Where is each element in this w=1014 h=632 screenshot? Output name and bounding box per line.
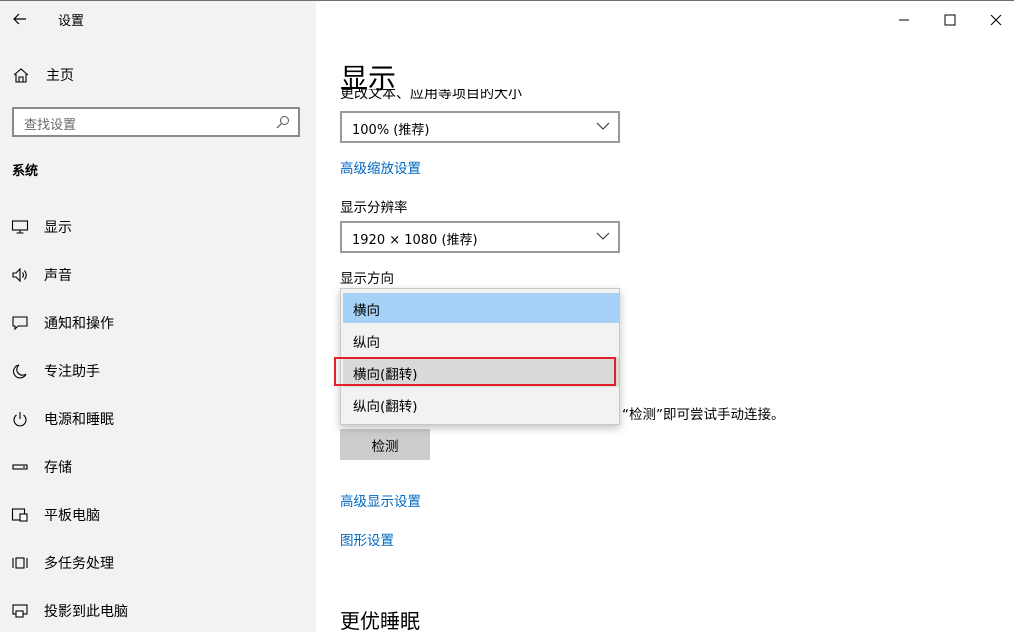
- sidebar-item-sound[interactable]: 声音: [10, 263, 306, 287]
- orientation-option-portrait[interactable]: 纵向: [343, 325, 619, 355]
- sidebar-item-focus-assist[interactable]: 专注助手: [10, 359, 306, 383]
- sidebar-item-tablet[interactable]: 平板电脑: [10, 503, 306, 527]
- chevron-down-icon: [596, 232, 610, 240]
- moon-icon: [13, 364, 27, 379]
- maximize-icon: [944, 14, 956, 26]
- detect-hint: “检测”即可尝试手动连接。: [622, 407, 785, 423]
- search-input[interactable]: 查找设置: [12, 107, 300, 137]
- home-icon: [13, 68, 29, 83]
- resolution-dropdown[interactable]: 1920 × 1080 (推荐): [340, 221, 620, 253]
- close-icon: [990, 14, 1002, 26]
- sidebar-item-label: 声音: [44, 268, 72, 284]
- annotation-highlight-box: [334, 357, 616, 386]
- back-button[interactable]: [6, 5, 34, 33]
- orientation-label: 显示方向: [340, 271, 394, 287]
- settings-window: 设置 主页 查找设置 系统 显示 声音 通知和操作 专注助手 电源和睡眠 存储 …: [0, 0, 1014, 632]
- projection-icon: [12, 604, 28, 618]
- scale-dropdown[interactable]: 100% (推荐): [340, 111, 620, 143]
- scale-value: 100% (推荐): [352, 123, 430, 138]
- minimize-button[interactable]: [881, 5, 927, 35]
- monitor-icon: [11, 220, 29, 234]
- sidebar-item-label: 电源和睡眠: [44, 412, 114, 428]
- sidebar-item-label: 专注助手: [44, 364, 100, 380]
- window-title: 设置: [58, 14, 85, 29]
- option-label: 纵向(翻转): [353, 399, 418, 415]
- maximize-button[interactable]: [927, 5, 973, 35]
- advanced-display-settings-link[interactable]: 高级显示设置: [340, 490, 421, 510]
- sidebar-item-label: 存储: [44, 460, 72, 476]
- sidebar: 设置 主页 查找设置 系统 显示 声音 通知和操作 专注助手 电源和睡眠 存储 …: [0, 1, 316, 632]
- orientation-option-landscape[interactable]: 横向: [343, 293, 619, 323]
- resolution-label: 显示分辨率: [340, 200, 408, 216]
- sidebar-item-label: 显示: [44, 220, 72, 236]
- search-placeholder: 查找设置: [24, 118, 77, 133]
- back-arrow-icon: [13, 13, 26, 25]
- sidebar-item-multitasking[interactable]: 多任务处理: [10, 551, 306, 575]
- close-button[interactable]: [973, 5, 1014, 35]
- search-icon[interactable]: [276, 115, 290, 129]
- advanced-scaling-link[interactable]: 高级缩放设置: [340, 157, 421, 177]
- storage-icon: [12, 464, 28, 470]
- chevron-down-icon: [596, 122, 610, 130]
- sidebar-item-label: 平板电脑: [44, 508, 100, 524]
- sidebar-item-display[interactable]: 显示: [10, 215, 306, 239]
- resolution-value: 1920 × 1080 (推荐): [352, 233, 478, 248]
- sidebar-section-title: 系统: [12, 164, 39, 179]
- option-label: 横向: [353, 303, 380, 319]
- multitasking-icon: [12, 557, 28, 569]
- speaker-icon: [12, 267, 27, 283]
- sidebar-item-project-to-pc[interactable]: 投影到此电脑: [10, 599, 306, 623]
- orientation-option-portrait-flipped[interactable]: 纵向(翻转): [343, 389, 619, 419]
- sidebar-item-label: 投影到此电脑: [44, 604, 128, 620]
- detect-button[interactable]: 检测: [340, 429, 430, 460]
- sidebar-item-notifications[interactable]: 通知和操作: [10, 311, 306, 335]
- sidebar-item-label: 多任务处理: [44, 556, 114, 572]
- option-label: 纵向: [353, 335, 380, 351]
- sleep-section-title: 更优睡眠: [340, 609, 420, 632]
- tablet-icon: [11, 508, 28, 522]
- notification-icon: [12, 316, 28, 331]
- sidebar-item-home[interactable]: 主页: [12, 63, 302, 87]
- sidebar-item-power-sleep[interactable]: 电源和睡眠: [10, 407, 306, 431]
- sidebar-item-label: 通知和操作: [44, 316, 114, 332]
- scale-label-cut: 更改文本、应用等项目的大小: [340, 89, 522, 101]
- power-icon: [13, 412, 27, 427]
- sidebar-item-storage[interactable]: 存储: [10, 455, 306, 479]
- minimize-icon: [899, 19, 909, 21]
- scale-label: 更改文本、应用等项目的大小: [340, 89, 522, 101]
- graphics-settings-link[interactable]: 图形设置: [340, 529, 394, 549]
- sidebar-item-label: 主页: [46, 68, 74, 84]
